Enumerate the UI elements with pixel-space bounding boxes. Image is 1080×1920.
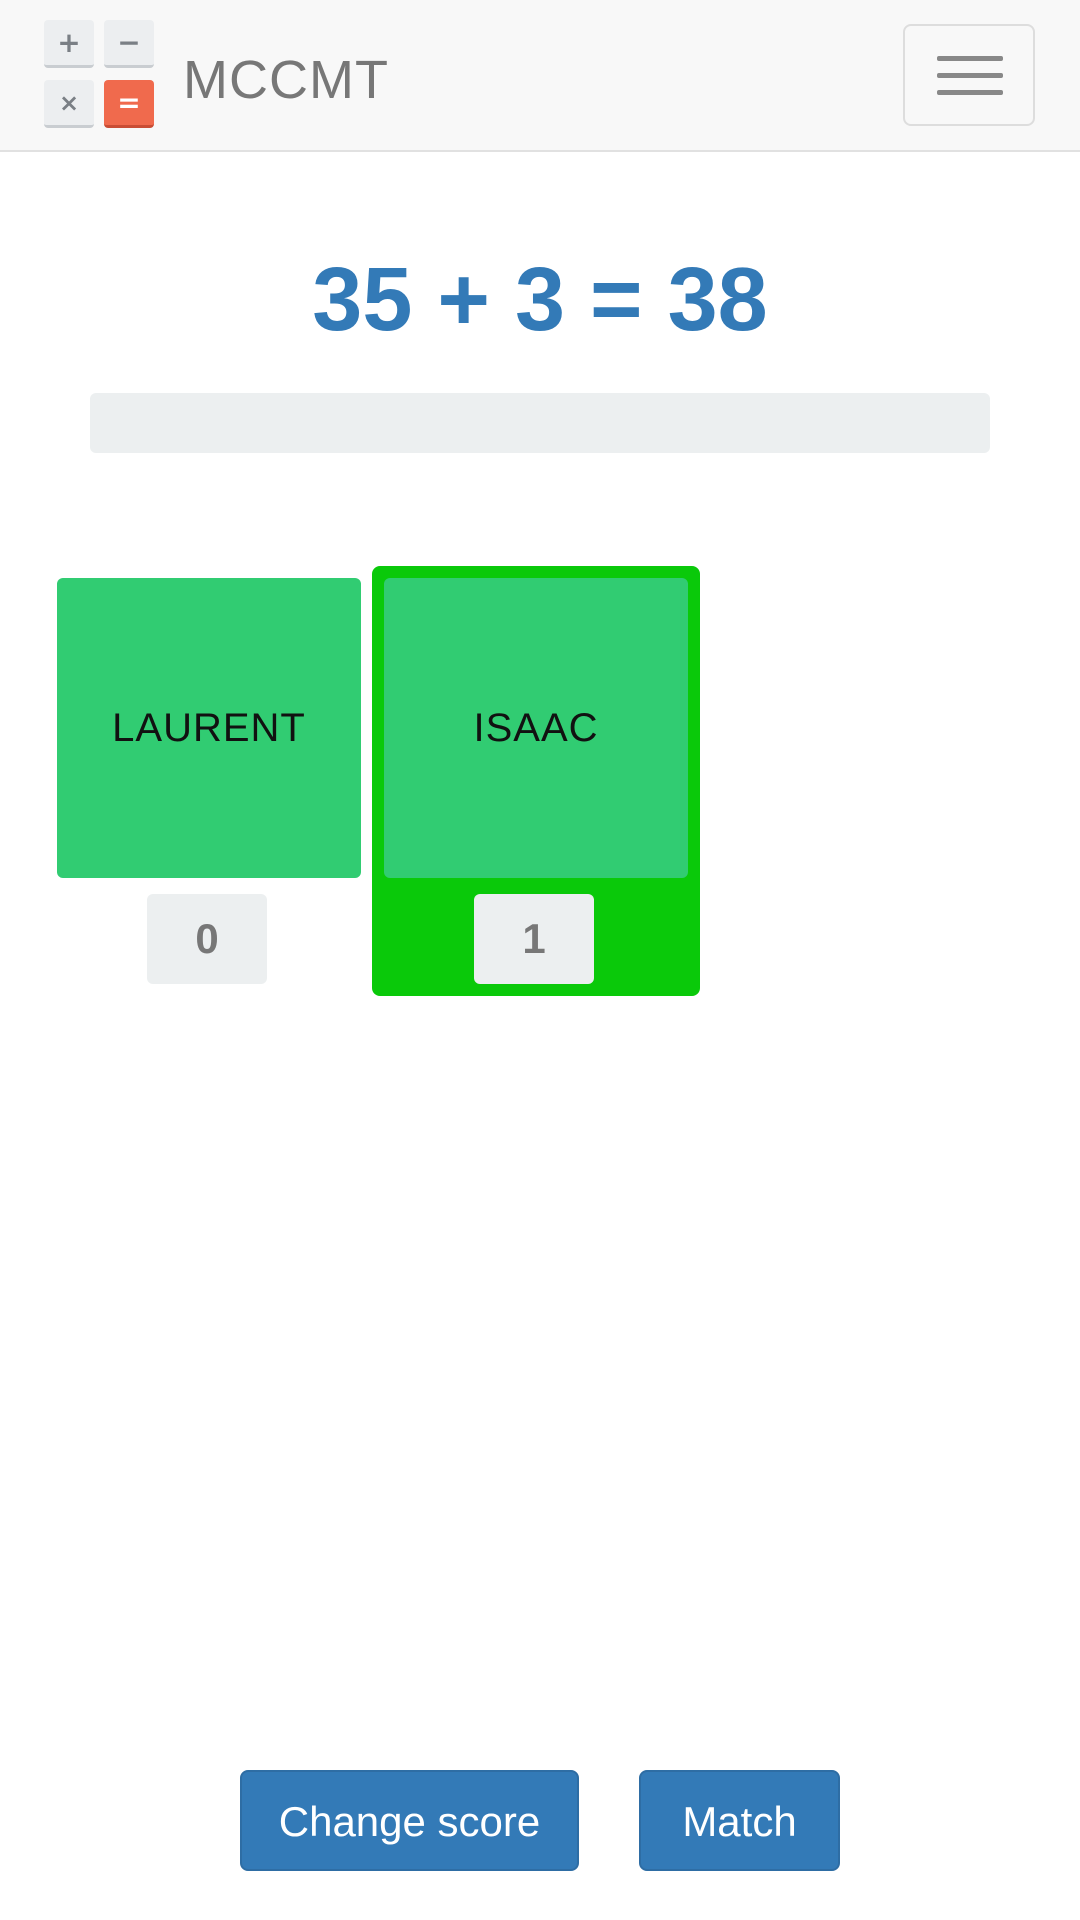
player-name: ISAAC	[473, 705, 599, 750]
plus-key-icon: +	[44, 20, 94, 68]
hamburger-icon	[937, 90, 1003, 95]
logo[interactable]: + − × =	[44, 20, 154, 130]
hamburger-icon	[937, 73, 1003, 78]
player-score: 0	[147, 894, 267, 984]
brand-title[interactable]: MCCMT	[183, 48, 389, 112]
menu-toggle-button[interactable]	[903, 24, 1035, 126]
player-isaac[interactable]: ISAAC 1	[372, 566, 700, 996]
change-score-button[interactable]: Change score	[240, 1770, 579, 1871]
equation-display: 35 + 3 = 38	[312, 250, 768, 350]
player-card[interactable]: ISAAC	[384, 578, 688, 878]
equals-key-icon: =	[104, 80, 154, 128]
minus-key-icon: −	[104, 20, 154, 68]
player-name: LAURENT	[112, 705, 306, 750]
multiply-key-icon: ×	[44, 80, 94, 128]
player-laurent[interactable]: LAURENT 0	[45, 566, 373, 996]
match-button[interactable]: Match	[639, 1770, 840, 1871]
progress-bar	[90, 393, 990, 453]
player-card[interactable]: LAURENT	[57, 578, 361, 878]
hamburger-icon	[937, 56, 1003, 61]
player-score: 1	[474, 894, 594, 984]
navbar: + − × = MCCMT	[0, 0, 1080, 152]
